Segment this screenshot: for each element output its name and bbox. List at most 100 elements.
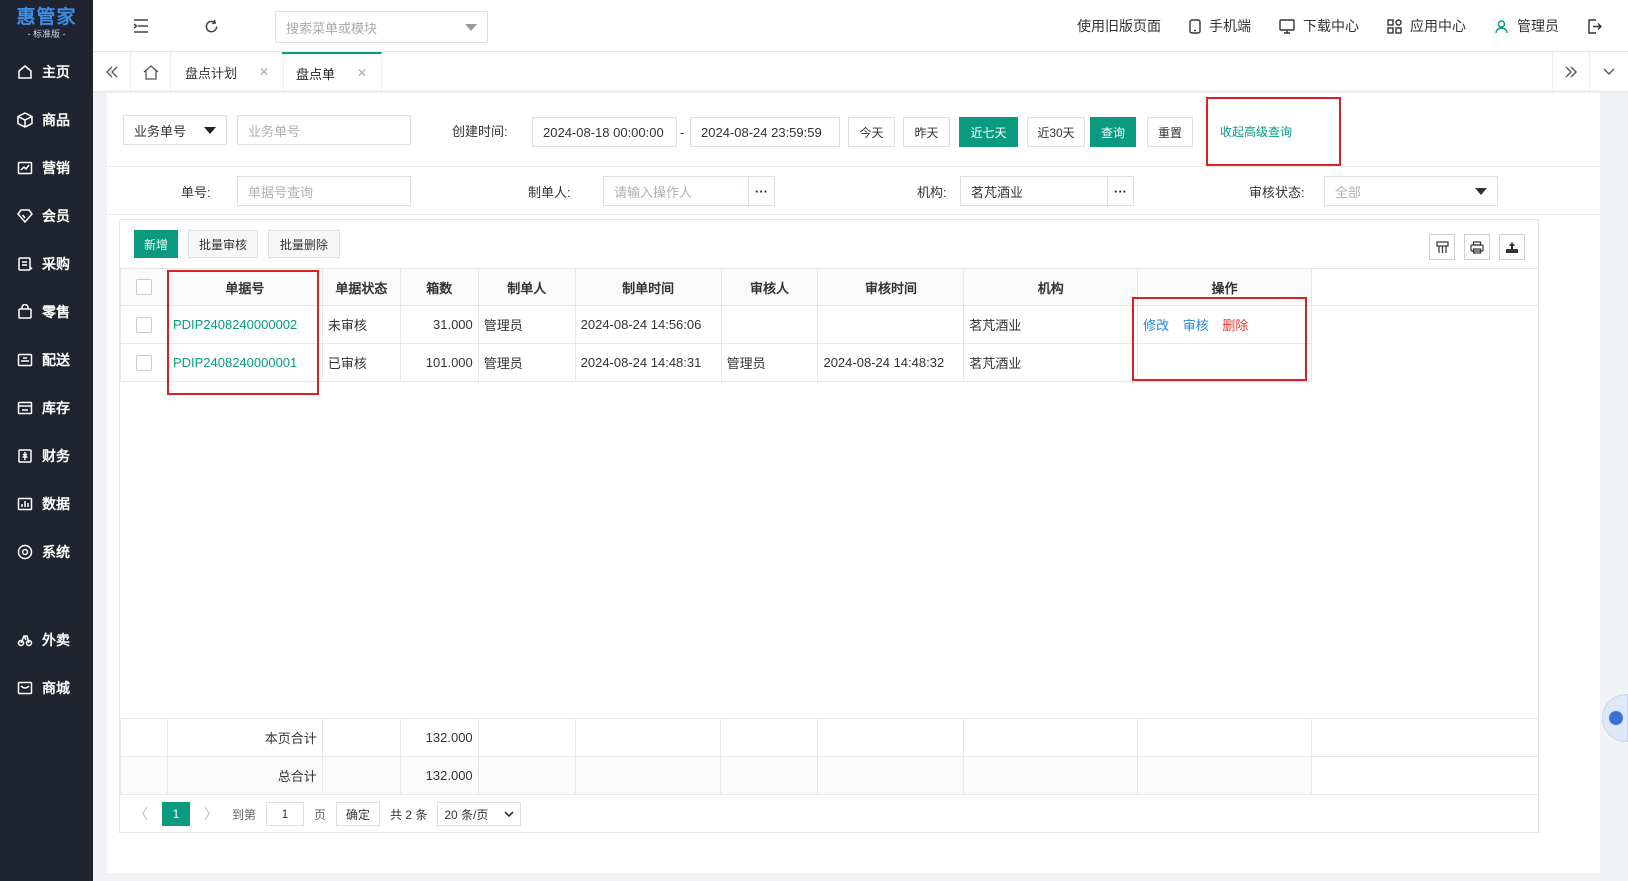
apps-grid-icon: [1387, 18, 1402, 34]
assistant-floating-widget[interactable]: [1602, 694, 1628, 742]
row-checkbox[interactable]: [135, 316, 152, 333]
sidebar-item-label: 商城: [42, 680, 70, 696]
creator-input[interactable]: 请输入操作人: [603, 176, 749, 206]
sidebar-item-retail[interactable]: 零售: [0, 288, 93, 336]
tabs-scroll-left-button[interactable]: [93, 52, 131, 92]
sidebar-item-purchase[interactable]: 采购: [0, 240, 93, 288]
header-links: 使用旧版页面 手机端 下载中心 应用中心 管理员: [1077, 0, 1628, 52]
sidebar-item-home[interactable]: 主页: [0, 48, 93, 96]
reset-button[interactable]: 重置: [1147, 117, 1193, 147]
page-size-select[interactable]: 20 条/页: [437, 802, 522, 826]
query-button[interactable]: 查询: [1090, 117, 1136, 147]
tabs-menu-button[interactable]: [1590, 52, 1628, 92]
sidebar-item-label: 零售: [42, 304, 70, 320]
last-7-days-button[interactable]: 近七天: [959, 117, 1018, 147]
creator-cell: 管理员: [477, 305, 576, 344]
app-center-link[interactable]: 应用中心: [1387, 16, 1466, 36]
grand-total-value: 132.000: [399, 756, 479, 795]
col-created-at[interactable]: 制单时间: [574, 268, 722, 306]
top-header: 搜索菜单或模块 使用旧版页面 手机端 下载中心 应用中心 管理员: [93, 0, 1628, 52]
row-select-cell: [120, 305, 168, 344]
business-type-value: 业务单号: [134, 123, 187, 139]
sidebar-item-stock[interactable]: 库存: [0, 384, 93, 432]
home-icon: [16, 63, 34, 81]
next-page-icon[interactable]: 〉: [204, 804, 218, 824]
table-header-row: 单据号 单据状态 箱数 制单人 制单时间 审核人 审核时间 机构 操作: [120, 268, 1538, 306]
today-button[interactable]: 今天: [848, 117, 895, 147]
creator-picker-button[interactable]: ···: [749, 176, 775, 206]
logout-button[interactable]: [1587, 18, 1610, 34]
menu-search-select[interactable]: 搜索菜单或模块: [275, 11, 488, 43]
tab-inventory-plan[interactable]: 盘点计划 ✕: [171, 52, 285, 92]
boxes-cell: 31.000: [399, 305, 479, 344]
sidebar-item-label: 财务: [42, 448, 70, 464]
page-total-row: 本页合计 132.000: [120, 718, 1538, 757]
goto-page-input[interactable]: 1: [266, 802, 305, 826]
export-button[interactable]: [1499, 234, 1525, 260]
trend-icon: [16, 159, 34, 177]
date-to-input[interactable]: 2024-08-24 23:59:59: [690, 117, 840, 147]
sidebar-item-mall[interactable]: 商城: [0, 664, 93, 712]
audited-at-cell: [817, 305, 965, 344]
tab-inventory-sheet[interactable]: 盘点单 ✕: [282, 52, 383, 92]
tab-home[interactable]: [131, 52, 171, 92]
sidebar-item-takeout[interactable]: 外卖: [0, 616, 93, 664]
boxes-cell: 101.000: [399, 343, 479, 382]
sidebar-item-members[interactable]: 会员: [0, 192, 93, 240]
col-audited-at[interactable]: 审核时间: [817, 268, 965, 306]
add-button[interactable]: 新增: [134, 230, 178, 258]
business-no-input[interactable]: 业务单号: [237, 115, 411, 145]
col-org[interactable]: 机构: [963, 268, 1139, 306]
prev-page-icon[interactable]: 〈: [134, 804, 148, 824]
page-size-value: 20 条/页: [444, 807, 489, 822]
col-creator[interactable]: 制单人: [477, 268, 576, 306]
business-type-select[interactable]: 业务单号: [123, 115, 227, 145]
close-icon[interactable]: ✕: [259, 65, 269, 79]
refresh-icon[interactable]: [201, 16, 221, 36]
col-boxes[interactable]: 箱数: [399, 268, 479, 306]
sidebar-item-goods[interactable]: 商品: [0, 96, 93, 144]
sidebar-item-finance[interactable]: 财务: [0, 432, 93, 480]
audit-status-select[interactable]: 全部: [1324, 176, 1498, 206]
batch-delete-button[interactable]: 批量删除: [268, 230, 340, 258]
col-status[interactable]: 单据状态: [321, 268, 401, 306]
sum-blank: [321, 756, 401, 795]
menu-toggle-icon[interactable]: [131, 16, 151, 36]
goto-confirm-button[interactable]: 确定: [336, 802, 381, 826]
sum-blank: [477, 718, 576, 757]
date-from-input[interactable]: 2024-08-18 00:00:00: [532, 117, 677, 147]
logo-sub-text: - 标准版 -: [27, 29, 66, 39]
doc-no-input[interactable]: 单据号查询: [237, 176, 411, 206]
tabs-scroll-right-button[interactable]: [1552, 52, 1590, 92]
sidebar-item-label: 外卖: [42, 632, 70, 648]
old-page-link[interactable]: 使用旧版页面: [1077, 16, 1161, 36]
grand-total-row: 总合计 132.000: [120, 756, 1538, 795]
sum-blank: [1136, 756, 1312, 795]
column-settings-button[interactable]: [1429, 234, 1455, 260]
sidebar-item-system[interactable]: 系统: [0, 528, 93, 576]
chevron-down-icon: [465, 23, 477, 31]
select-all-checkbox[interactable]: [135, 279, 152, 295]
last-30-days-button[interactable]: 近30天: [1027, 117, 1085, 147]
print-button[interactable]: [1464, 234, 1490, 260]
batch-audit-button[interactable]: 批量审核: [188, 230, 258, 258]
yesterday-button[interactable]: 昨天: [903, 117, 950, 147]
user-menu[interactable]: 管理员: [1494, 16, 1559, 36]
sidebar-item-marketing[interactable]: 营销: [0, 144, 93, 192]
app-center-label: 应用中心: [1410, 18, 1466, 34]
inventory-table: 单据号 单据状态 箱数 制单人 制单时间 审核人 审核时间 机构 操作 PDIP…: [120, 268, 1538, 382]
close-icon[interactable]: ✕: [357, 66, 367, 80]
double-chevron-right-icon: [1565, 66, 1577, 78]
sum-blank: [1310, 756, 1538, 795]
total-count: 共 2 条: [390, 807, 428, 822]
page-1-button[interactable]: 1: [162, 802, 190, 826]
sidebar-item-delivery[interactable]: 配送: [0, 336, 93, 384]
org-picker-button[interactable]: ···: [1108, 176, 1134, 206]
sum-blank: [1310, 718, 1538, 757]
mobile-link[interactable]: 手机端: [1189, 16, 1251, 36]
sidebar-item-data[interactable]: 数据: [0, 480, 93, 528]
org-input[interactable]: 茗芃酒业: [960, 176, 1108, 206]
download-center-link[interactable]: 下载中心: [1279, 16, 1359, 36]
col-auditor[interactable]: 审核人: [720, 268, 819, 306]
row-checkbox[interactable]: [135, 354, 152, 371]
